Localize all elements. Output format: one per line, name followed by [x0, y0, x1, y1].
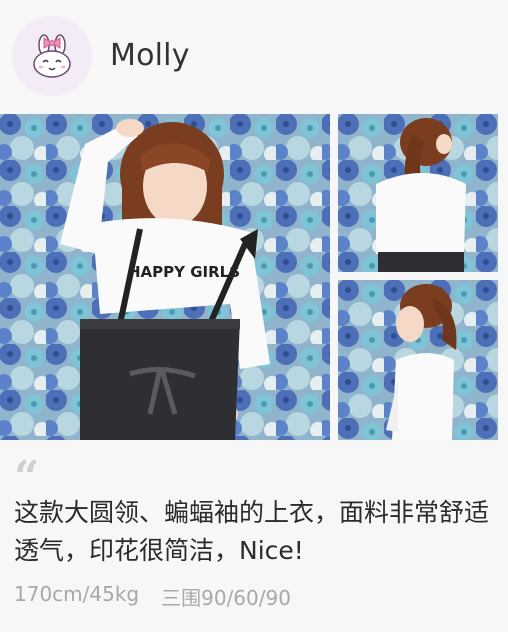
body-info: 170cm/45kg 三围90/60/90: [14, 582, 291, 611]
measurements: 三围90/60/90: [161, 586, 291, 610]
photo-illustration: HAPPY GIRLS: [0, 114, 330, 440]
bunny-with-bow-icon: [33, 34, 71, 78]
photo-illustration: [338, 114, 498, 272]
product-photo-back[interactable]: [338, 114, 498, 272]
photo-illustration: [338, 280, 498, 440]
product-photo-side[interactable]: [338, 280, 498, 440]
username[interactable]: Molly: [110, 38, 190, 73]
user-avatar[interactable]: [12, 16, 92, 96]
review-text: 这款大圆领、蝙蝠袖的上衣，面料非常舒适透气，印花很简洁，Nice!: [14, 498, 490, 565]
height-weight: 170cm/45kg: [14, 582, 140, 606]
product-photo-main[interactable]: HAPPY GIRLS: [0, 114, 330, 440]
shirt-print-text: HAPPY GIRLS: [128, 263, 240, 281]
review-card: Molly HAPPY GIRLS “ 这款大圆领、蝙蝠袖的上衣，面料非常舒适透…: [0, 0, 508, 632]
